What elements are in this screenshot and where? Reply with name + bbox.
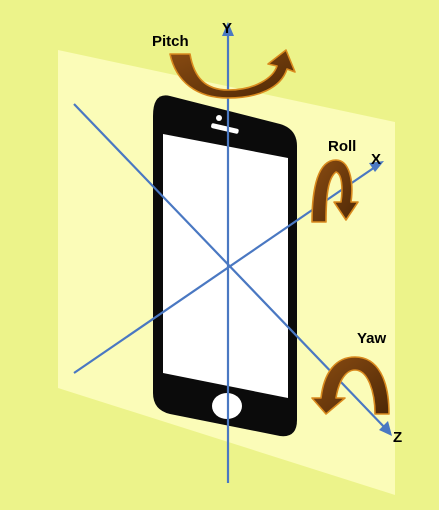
phone-camera xyxy=(216,115,222,121)
phone-screen xyxy=(163,134,288,398)
z-axis-label: Z xyxy=(393,429,402,446)
roll-label: Roll xyxy=(328,138,356,155)
y-axis-label: Y xyxy=(222,20,232,37)
phone xyxy=(153,95,297,437)
orientation-diagram: Y X Z Pitch Roll Yaw xyxy=(58,20,402,495)
x-axis-label: X xyxy=(371,151,381,168)
pitch-label: Pitch xyxy=(152,33,189,50)
yaw-label: Yaw xyxy=(357,330,387,347)
